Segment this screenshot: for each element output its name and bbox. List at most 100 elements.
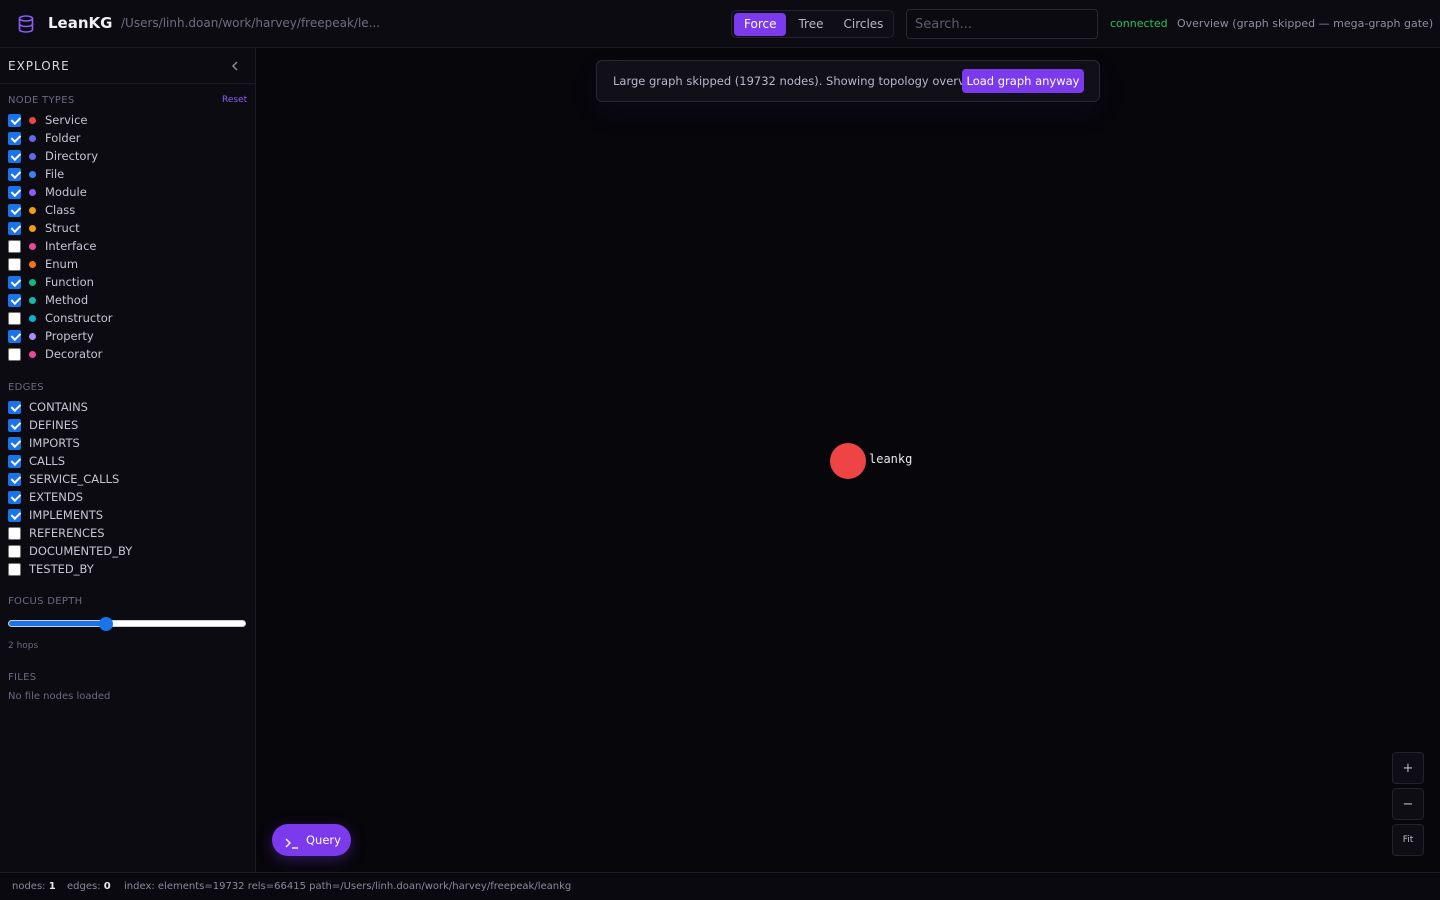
explore-sidebar: EXPLORE NODE TYPES Reset Service Folder Di… <box>0 48 256 872</box>
edge-row-imports[interactable]: IMPORTS <box>8 435 80 451</box>
node-type-label: Struct <box>45 221 80 235</box>
node-type-color-dot <box>29 188 36 196</box>
node-type-row-class[interactable]: Class <box>8 202 75 218</box>
fit-button[interactable]: Fit <box>1392 824 1424 856</box>
edge-row-contains[interactable]: CONTAINS <box>8 399 88 415</box>
node-type-color-dot <box>29 116 36 124</box>
edge-row-calls[interactable]: CALLS <box>8 453 65 469</box>
chevron-left-icon[interactable] <box>228 58 242 72</box>
edge-label: IMPORTS <box>29 436 80 450</box>
edges-count: edges: 0 <box>67 881 111 892</box>
index-info: index: elements=19732 rels=66415 path=/U… <box>124 881 572 892</box>
edge-label: SERVICE_CALLS <box>29 472 120 486</box>
node-type-label: Interface <box>45 239 97 253</box>
node-type-row-folder[interactable]: Folder <box>8 130 81 146</box>
terminal-icon <box>285 834 299 849</box>
files-empty-text: No file nodes loaded <box>8 691 111 702</box>
node-type-row-enum[interactable]: Enum <box>8 256 78 272</box>
node-type-checkbox[interactable] <box>8 149 21 163</box>
graph-node-leankg[interactable] <box>830 443 866 479</box>
connection-status: connected <box>1110 17 1168 30</box>
slider-thumb[interactable] <box>98 617 113 631</box>
node-type-color-dot <box>29 350 36 358</box>
view-tree-button[interactable]: Tree <box>788 13 833 36</box>
node-type-row-service[interactable]: Service <box>8 112 88 128</box>
node-type-label: Method <box>45 293 89 307</box>
reset-button[interactable]: Reset <box>222 95 247 105</box>
node-type-checkbox[interactable] <box>8 203 21 217</box>
edge-label: EXTENDS <box>29 490 83 504</box>
node-type-label: Decorator <box>45 347 103 361</box>
node-type-checkbox[interactable] <box>8 311 21 325</box>
node-type-color-dot <box>29 278 36 286</box>
node-type-label: Folder <box>45 131 81 145</box>
node-type-row-decorator[interactable]: Decorator <box>8 346 102 362</box>
view-mode-toggle: Force Tree Circles <box>731 10 894 38</box>
view-circles-button[interactable]: Circles <box>833 13 893 36</box>
node-type-row-interface[interactable]: Interface <box>8 238 97 254</box>
node-type-checkbox[interactable] <box>8 185 21 199</box>
app-root: LeanKG /Users/linh.doan/work/harvey/free… <box>0 0 1440 900</box>
node-type-label: Service <box>45 113 88 127</box>
edge-label: DEFINES <box>29 418 79 432</box>
edge-row-tested-by[interactable]: TESTED_BY <box>8 561 94 577</box>
view-force-button[interactable]: Force <box>734 12 787 36</box>
graph-canvas[interactable]: Large graph skipped (19732 nodes). Showi… <box>256 48 1440 872</box>
repo-path: /Users/linh.doan/work/harvey/freepeak/le… <box>121 16 381 30</box>
load-graph-button[interactable]: Load graph anyway <box>962 69 1084 93</box>
edge-row-references[interactable]: REFERENCES <box>8 525 105 541</box>
edge-checkbox[interactable] <box>8 472 21 486</box>
node-type-row-struct[interactable]: Struct <box>8 220 80 236</box>
edge-checkbox[interactable] <box>8 562 21 576</box>
edges-value: 0 <box>103 881 111 892</box>
edge-label: REFERENCES <box>29 526 105 540</box>
node-type-row-file[interactable]: File <box>8 166 64 182</box>
edge-checkbox[interactable] <box>8 454 21 468</box>
zoom-out-button[interactable]: − <box>1392 788 1424 820</box>
edge-checkbox[interactable] <box>8 436 21 450</box>
edge-checkbox[interactable] <box>8 544 21 558</box>
search-input[interactable] <box>906 9 1098 39</box>
edge-row-extends[interactable]: EXTENDS <box>8 489 83 505</box>
edge-row-defines[interactable]: DEFINES <box>8 417 78 433</box>
node-type-checkbox[interactable] <box>8 167 21 181</box>
edge-checkbox[interactable] <box>8 418 21 432</box>
node-type-color-dot <box>29 206 36 214</box>
node-type-label: Module <box>45 185 87 199</box>
query-button[interactable]: Query <box>272 824 351 856</box>
node-type-color-dot <box>29 296 36 304</box>
node-type-row-constructor[interactable]: Constructor <box>8 310 112 326</box>
edge-checkbox[interactable] <box>8 490 21 504</box>
node-type-row-function[interactable]: Function <box>8 274 94 290</box>
edge-checkbox[interactable] <box>8 508 21 522</box>
node-type-row-module[interactable]: Module <box>8 184 87 200</box>
edge-checkbox[interactable] <box>8 400 21 414</box>
zoom-in-button[interactable]: + <box>1392 752 1424 784</box>
edge-label: CALLS <box>29 454 66 468</box>
focus-depth-slider[interactable] <box>8 616 246 632</box>
node-type-checkbox[interactable] <box>8 113 21 127</box>
node-type-color-dot <box>29 314 36 322</box>
edge-row-implements[interactable]: IMPLEMENTS <box>8 507 103 523</box>
edge-row-service-calls[interactable]: SERVICE_CALLS <box>8 471 119 487</box>
edge-checkbox[interactable] <box>8 526 21 540</box>
node-type-row-property[interactable]: Property <box>8 328 94 344</box>
node-type-checkbox[interactable] <box>8 293 21 307</box>
edge-label: DOCUMENTED_BY <box>29 544 133 558</box>
node-type-row-method[interactable]: Method <box>8 292 88 308</box>
node-type-row-directory[interactable]: Directory <box>8 148 98 164</box>
node-type-checkbox[interactable] <box>8 131 21 145</box>
node-type-checkbox[interactable] <box>8 275 21 289</box>
focus-depth-value: 2 hops <box>8 641 39 651</box>
node-type-checkbox[interactable] <box>8 347 21 361</box>
nodes-value: 1 <box>48 881 56 892</box>
node-type-label: Class <box>45 203 76 217</box>
edge-row-documented-by[interactable]: DOCUMENTED_BY <box>8 543 132 559</box>
sidebar-header: EXPLORE <box>0 48 255 84</box>
node-type-checkbox[interactable] <box>8 329 21 343</box>
node-type-color-dot <box>29 152 36 160</box>
node-type-checkbox[interactable] <box>8 239 21 253</box>
app-title: LeanKG <box>48 14 113 32</box>
node-type-checkbox[interactable] <box>8 221 21 235</box>
node-type-checkbox[interactable] <box>8 257 21 271</box>
